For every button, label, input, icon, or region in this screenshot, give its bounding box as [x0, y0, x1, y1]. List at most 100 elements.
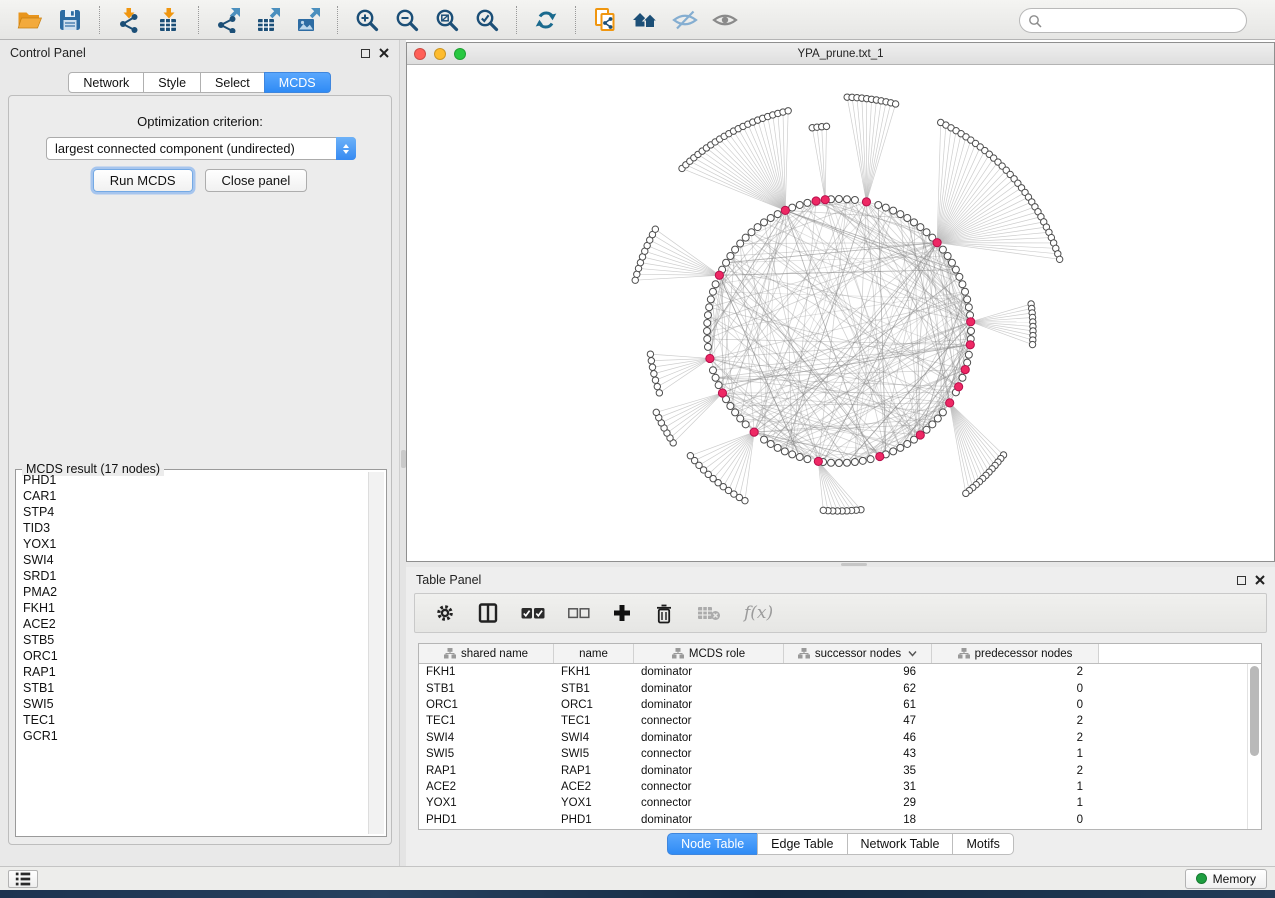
tab-style[interactable]: Style: [143, 72, 201, 93]
network-node[interactable]: [944, 253, 951, 260]
apply-layout-button[interactable]: [529, 4, 563, 36]
leaf-node[interactable]: [647, 351, 653, 357]
close-panel-icon[interactable]: [1255, 575, 1265, 585]
vertical-splitter[interactable]: [399, 40, 406, 866]
network-node[interactable]: [709, 288, 716, 295]
criterion-dropdown[interactable]: largest connected component (undirected): [46, 137, 356, 160]
network-node[interactable]: [934, 415, 941, 422]
table-row[interactable]: RAP1RAP1dominator352: [419, 762, 1247, 778]
network-node[interactable]: [767, 440, 774, 447]
network-node[interactable]: [836, 196, 843, 203]
mcds-result-item[interactable]: PHD1: [18, 472, 367, 488]
network-node[interactable]: [737, 240, 744, 247]
network-node[interactable]: [939, 246, 946, 253]
network-node[interactable]: [742, 421, 749, 428]
network-canvas[interactable]: [407, 65, 1274, 561]
tab-motifs[interactable]: Motifs: [952, 833, 1013, 855]
network-node[interactable]: [712, 374, 719, 381]
leaf-node[interactable]: [649, 364, 655, 370]
network-node[interactable]: [828, 459, 835, 466]
close-panel-icon[interactable]: [379, 48, 389, 58]
zoom-in-button[interactable]: [350, 4, 384, 36]
mcds-node[interactable]: [715, 271, 723, 279]
leaf-node[interactable]: [1029, 341, 1035, 347]
leaf-node[interactable]: [785, 108, 791, 114]
network-node[interactable]: [910, 219, 917, 226]
network-node[interactable]: [704, 312, 711, 319]
table-row[interactable]: SWI5SWI5connector431: [419, 746, 1247, 762]
zoom-fit-button[interactable]: [430, 4, 464, 36]
network-node[interactable]: [948, 259, 955, 266]
import-network-button[interactable]: [112, 4, 146, 36]
mcds-node[interactable]: [967, 318, 975, 326]
show-columns-button[interactable]: [478, 603, 498, 623]
leaf-node[interactable]: [652, 377, 658, 383]
leaf-node[interactable]: [656, 390, 662, 396]
scrollbar-thumb[interactable]: [1250, 666, 1259, 756]
network-node[interactable]: [754, 224, 761, 231]
zoom-selected-button[interactable]: [470, 4, 504, 36]
network-node[interactable]: [707, 296, 714, 303]
mcds-result-item[interactable]: PMA2: [18, 584, 367, 600]
network-node[interactable]: [923, 426, 930, 433]
show-all-button[interactable]: [708, 4, 742, 36]
leaf-node[interactable]: [823, 123, 829, 129]
mcds-node[interactable]: [955, 383, 963, 391]
network-node[interactable]: [709, 367, 716, 374]
mcds-node[interactable]: [781, 206, 789, 214]
table-row[interactable]: TEC1TEC1connector472: [419, 713, 1247, 729]
mcds-result-item[interactable]: ACE2: [18, 616, 367, 632]
mcds-node[interactable]: [750, 428, 758, 436]
network-node[interactable]: [897, 444, 904, 451]
float-panel-icon[interactable]: [361, 49, 370, 58]
network-node[interactable]: [796, 454, 803, 461]
network-node[interactable]: [774, 211, 781, 218]
leaf-node[interactable]: [820, 507, 826, 513]
network-node[interactable]: [923, 229, 930, 236]
tab-network-table[interactable]: Network Table: [847, 833, 954, 855]
network-node[interactable]: [959, 281, 966, 288]
network-node[interactable]: [867, 456, 874, 463]
table-row[interactable]: FKH1FKH1dominator962: [419, 664, 1247, 680]
network-node[interactable]: [704, 335, 711, 342]
zoom-out-button[interactable]: [390, 4, 424, 36]
network-node[interactable]: [890, 448, 897, 455]
network-node[interactable]: [939, 409, 946, 416]
network-node[interactable]: [859, 457, 866, 464]
tab-select[interactable]: Select: [200, 72, 265, 93]
network-node[interactable]: [959, 374, 966, 381]
tab-node-table[interactable]: Node Table: [667, 833, 758, 855]
mcds-result-item[interactable]: RAP1: [18, 664, 367, 680]
mcds-result-item[interactable]: SWI5: [18, 696, 367, 712]
memory-button[interactable]: Memory: [1185, 869, 1267, 889]
mcds-result-item[interactable]: CAR1: [18, 488, 367, 504]
column-header-successor-nodes[interactable]: successor nodes: [784, 644, 932, 663]
table-scrollbar[interactable]: [1247, 664, 1261, 829]
mcds-node[interactable]: [706, 354, 714, 362]
mcds-node[interactable]: [862, 198, 870, 206]
column-header-predecessor-nodes[interactable]: predecessor nodes: [932, 644, 1099, 663]
tab-mcds[interactable]: MCDS: [264, 72, 331, 93]
mcds-node[interactable]: [961, 365, 969, 373]
export-image-button[interactable]: [291, 4, 325, 36]
mcds-node[interactable]: [966, 341, 974, 349]
network-node[interactable]: [727, 402, 734, 409]
network-node[interactable]: [952, 266, 959, 273]
column-header-MCDS-role[interactable]: MCDS role: [634, 644, 784, 663]
network-node[interactable]: [732, 409, 739, 416]
network-node[interactable]: [761, 436, 768, 443]
mcds-result-item[interactable]: STB5: [18, 632, 367, 648]
network-node[interactable]: [965, 304, 972, 311]
export-table-button[interactable]: [251, 4, 285, 36]
select-all-columns-button[interactable]: [521, 607, 545, 620]
mcds-node[interactable]: [718, 389, 726, 397]
network-node[interactable]: [843, 196, 850, 203]
mcds-result-item[interactable]: FKH1: [18, 600, 367, 616]
column-header-shared-name[interactable]: shared name: [419, 644, 554, 663]
mcds-node[interactable]: [812, 197, 820, 205]
leaf-node[interactable]: [963, 490, 969, 496]
network-graph[interactable]: [407, 65, 1274, 561]
network-node[interactable]: [715, 382, 722, 389]
network-node[interactable]: [929, 421, 936, 428]
network-node[interactable]: [965, 351, 972, 358]
